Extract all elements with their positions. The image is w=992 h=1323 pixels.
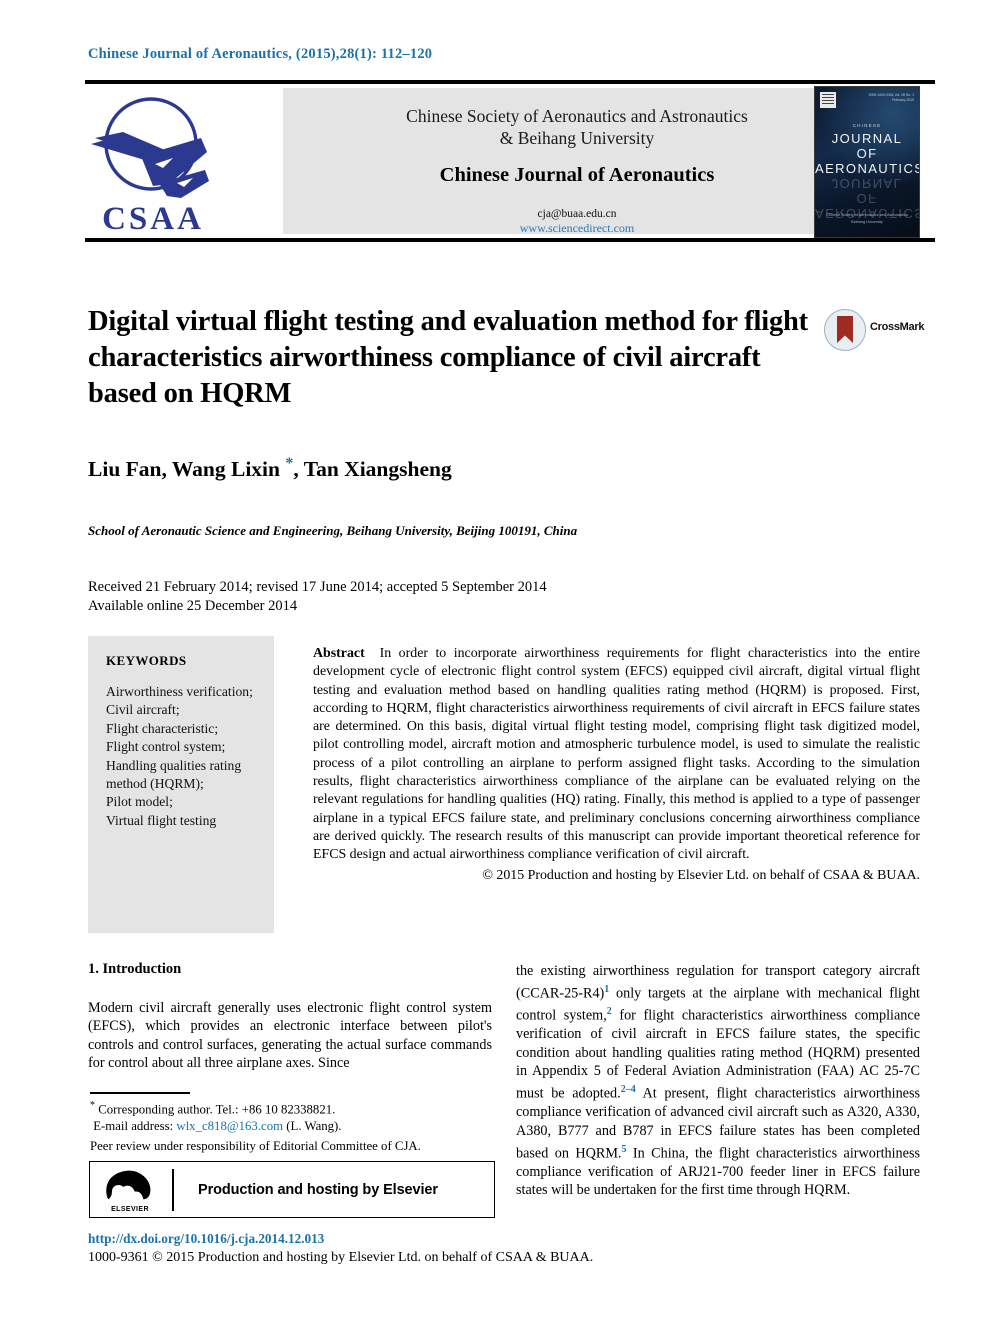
elsevier-divider xyxy=(172,1168,174,1211)
masthead: CSAA Chinese Society of Aeronautics and … xyxy=(85,86,935,238)
abstract-label: Abstract xyxy=(313,646,365,661)
author-list: Liu Fan, Wang Lixin *, Tan Xiangsheng xyxy=(88,455,848,482)
society-line-2: & Beihang University xyxy=(499,128,655,148)
elsevier-tree-logo: ELSEVIER xyxy=(99,1167,161,1213)
authors-names-rest: , Tan Xiangsheng xyxy=(293,457,452,482)
elsevier-wordmark: ELSEVIER xyxy=(111,1205,149,1213)
cover-chinese-label: CHINESE xyxy=(852,123,882,128)
cover-title-line-1: JOURNAL xyxy=(831,131,903,146)
sciencedirect-link[interactable]: www.sciencedirect.com xyxy=(520,221,635,236)
citation-ref-2[interactable]: 2 xyxy=(607,1006,612,1017)
society-line-1: Chinese Society of Aeronautics and Astro… xyxy=(406,106,748,126)
svg-text:CSAA: CSAA xyxy=(102,201,204,236)
article-dates: Received 21 February 2014; revised 17 Ju… xyxy=(88,578,788,616)
society-name: Chinese Society of Aeronautics and Astro… xyxy=(406,105,748,149)
masthead-top-rule xyxy=(85,80,935,84)
elsevier-production-box: ELSEVIER Production and hosting by Elsev… xyxy=(89,1161,495,1218)
abstract-text: In order to incorporate airworthiness re… xyxy=(313,646,920,863)
footnote-star: * xyxy=(90,1100,95,1111)
cover-reflection-line-2: OF xyxy=(856,191,878,206)
keywords-box: KEYWORDS Airworthiness verification; Civi… xyxy=(88,636,274,933)
received-line: Received 21 February 2014; revised 17 Ju… xyxy=(88,579,547,595)
affiliation: School of Aeronautic Science and Enginee… xyxy=(88,523,578,538)
elsevier-tree-icon xyxy=(820,92,836,108)
cover-footer-1: Chinese Society of Aeronautics and Astro… xyxy=(826,213,908,217)
crossmark-ribbon-icon xyxy=(824,309,866,351)
abstract-copyright: © 2015 Production and hosting by Elsevie… xyxy=(482,867,920,883)
body-column-right: the existing airworthiness regulation fo… xyxy=(516,963,920,1199)
authors-names: Liu Fan, Wang Lixin xyxy=(88,457,286,482)
journal-article-page: Chinese Journal of Aeronautics, (2015),2… xyxy=(0,0,992,1323)
crossmark-ribbon-shape xyxy=(837,316,853,343)
article-title: Digital virtual flight testing and evalu… xyxy=(88,306,808,409)
keyword-item: Flight control system; xyxy=(106,739,226,755)
email-note: E-mail address: wlx_c818@163.com (L. Wan… xyxy=(90,1118,494,1135)
keyword-item: Pilot model; xyxy=(106,794,173,810)
body-column-left: 1. Introduction Modern civil aircraft ge… xyxy=(88,960,492,1073)
crossmark-label: CrossMark xyxy=(870,321,925,333)
keyword-item: Flight characteristic; xyxy=(106,720,219,736)
csaa-logo: CSAA xyxy=(89,86,217,237)
cover-title-line-3: AERONAUTICS xyxy=(815,161,920,176)
cover-title-line-2: OF xyxy=(856,146,878,161)
section-heading-introduction: 1. Introduction xyxy=(88,961,182,977)
keywords-list: Airworthiness verification; Civil aircraf… xyxy=(106,683,258,830)
citation-ref-5[interactable]: 5 xyxy=(621,1144,626,1155)
crossmark-badge[interactable]: CrossMark xyxy=(824,309,924,351)
doi-link[interactable]: http://dx.doi.org/10.1016/j.cja.2014.12.… xyxy=(88,1231,324,1247)
elsevier-tree-icon xyxy=(106,1170,151,1199)
masthead-panel: Chinese Society of Aeronautics and Astro… xyxy=(283,88,871,236)
email-label: E-mail address: xyxy=(93,1119,174,1134)
available-online-line: Available online 25 December 2014 xyxy=(88,598,298,614)
intro-paragraph-left: Modern civil aircraft generally uses ele… xyxy=(88,999,492,1072)
journal-cover-thumbnail: ISSN 1000-9361 Vol. 28 No. 1 February 20… xyxy=(814,86,920,238)
elsevier-production-text: Production and hosting by Elsevier xyxy=(198,1181,438,1198)
author-email-link[interactable]: wlx_c818@163.com xyxy=(176,1119,283,1133)
corresponding-author-note: * Corresponding author. Tel.: +86 10 823… xyxy=(90,1097,494,1118)
keyword-item: Handling qualities rating method (HQRM); xyxy=(106,757,242,792)
cover-meta: ISSN 1000-9361 Vol. 28 No. 1 February 20… xyxy=(868,93,914,102)
journal-email: cja@buaa.edu.cn xyxy=(537,208,617,220)
email-suffix: (L. Wang). xyxy=(286,1119,342,1134)
masthead-bottom-rule xyxy=(85,238,935,242)
csaa-aircraft-logo: CSAA xyxy=(91,97,209,237)
journal-title: Chinese Journal of Aeronautics xyxy=(439,164,715,186)
footnote-rule xyxy=(90,1092,190,1094)
keyword-item: Virtual flight testing xyxy=(106,812,217,828)
citation-ref-1[interactable]: 1 xyxy=(604,984,609,995)
corresponding-author-text: Corresponding author. Tel.: +86 10 82338… xyxy=(98,1102,336,1117)
peer-review-note: Peer review under responsibility of Edit… xyxy=(90,1139,421,1154)
citation-ref-2-4[interactable]: 2–4 xyxy=(621,1084,636,1095)
keyword-item: Civil aircraft; xyxy=(106,702,180,718)
cover-footer-2: Beihang University xyxy=(851,220,883,224)
keywords-heading: KEYWORDS xyxy=(106,653,187,668)
cover-reflection-line-1: JOURNAL xyxy=(831,176,903,191)
cover-title: JOURNAL OF AERONAUTICS xyxy=(815,131,919,176)
issn-copyright-line: 1000-9361 © 2015 Production and hosting … xyxy=(88,1250,594,1265)
abstract: Abstract In order to incorporate airwort… xyxy=(313,645,920,885)
keyword-item: Airworthiness verification; xyxy=(106,684,253,699)
footnotes: * Corresponding author. Tel.: +86 10 823… xyxy=(90,1097,494,1155)
running-head: Chinese Journal of Aeronautics, (2015),2… xyxy=(88,46,433,62)
